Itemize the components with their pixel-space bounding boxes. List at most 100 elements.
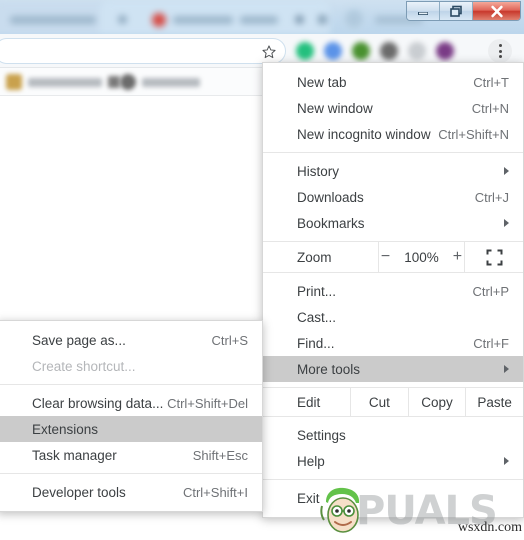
dot-2 [498, 49, 502, 53]
fullscreen-icon [486, 249, 502, 265]
menu-item-shortcut: Ctrl+Shift+I [182, 484, 248, 500]
chevron-right-icon [504, 167, 509, 175]
address-bar[interactable] [0, 38, 286, 64]
new-tab-icon[interactable] [318, 15, 327, 24]
menu-item-label: Exit [297, 490, 320, 506]
menu-item-shortcut: Ctrl+P [472, 283, 509, 299]
active-tab-close-icon[interactable] [295, 15, 304, 24]
restore-button[interactable] [440, 2, 473, 20]
active-tab-title-text [173, 16, 233, 24]
menu-item-bookmarks[interactable]: Bookmarks [263, 210, 523, 236]
bookmark-favicon [6, 74, 22, 90]
fullscreen-button[interactable] [465, 242, 523, 272]
zoom-percent-value: 100% [404, 249, 439, 265]
submenu-item-clear-browsing-data[interactable]: Clear browsing data... Ctrl+Shift+Del [0, 390, 262, 416]
menu-item-shortcut: Ctrl+Shift+Del [167, 395, 248, 411]
menu-item-label: Cast... [297, 309, 337, 325]
close-icon [490, 5, 503, 17]
paste-button[interactable]: Paste [466, 388, 523, 416]
edit-label: Edit [263, 388, 351, 416]
menu-item-downloads[interactable]: Downloads Ctrl+J [263, 184, 523, 210]
menu-item-shortcut: Ctrl+T [473, 74, 509, 90]
bookmark-favicon [120, 74, 136, 90]
more-tools-submenu: Save page as... Ctrl+S Create shortcut..… [0, 320, 263, 512]
menu-item-new-tab[interactable]: New tab Ctrl+T [263, 69, 523, 95]
extension-icon-3[interactable] [352, 42, 370, 60]
menu-edit-row: Edit Cut Copy Paste [263, 387, 523, 417]
menu-separator [263, 479, 523, 480]
browser-window: New tab Ctrl+T New window Ctrl+N New inc… [0, 0, 524, 540]
menu-item-label: More tools [297, 361, 361, 377]
tab-strip [0, 0, 524, 34]
cut-button[interactable]: Cut [351, 388, 409, 416]
submenu-item-task-manager[interactable]: Task manager Shift+Esc [0, 442, 262, 468]
menu-item-exit[interactable]: Exit [263, 485, 523, 511]
extension-icon-1[interactable] [296, 42, 314, 60]
active-tab-title-text-cont [240, 16, 278, 24]
menu-item-label: Extensions [32, 421, 99, 437]
menu-item-shortcut: Ctrl+N [471, 100, 509, 116]
chevron-right-icon [504, 219, 509, 227]
zoom-out-button[interactable]: − [381, 249, 390, 265]
minimize-icon [418, 12, 428, 15]
submenu-item-save-page-as[interactable]: Save page as... Ctrl+S [0, 327, 262, 353]
menu-item-shortcut: Ctrl+F [473, 335, 509, 351]
menu-item-label: Settings [297, 427, 346, 443]
minimize-button[interactable] [407, 2, 440, 20]
zoom-controls: − 100% + [379, 242, 465, 272]
menu-item-cast[interactable]: Cast... [263, 304, 523, 330]
bookmark-item[interactable] [6, 74, 120, 90]
copy-button[interactable]: Copy [409, 388, 467, 416]
bookmark-star-icon[interactable] [261, 44, 277, 60]
restore-icon [450, 5, 462, 17]
menu-item-label: Task manager [32, 447, 117, 463]
bookmark-label [28, 77, 102, 87]
menu-item-shortcut: Ctrl+Shift+N [438, 126, 509, 142]
menu-item-label: History [297, 163, 340, 179]
menu-item-new-window[interactable]: New window Ctrl+N [263, 95, 523, 121]
extension-icon-2[interactable] [324, 42, 342, 60]
chrome-main-menu: New tab Ctrl+T New window Ctrl+N New inc… [262, 62, 524, 518]
extension-icon-4[interactable] [380, 42, 398, 60]
menu-item-label: Bookmarks [297, 215, 365, 231]
menu-item-shortcut: Ctrl+S [211, 332, 248, 348]
menu-item-label: New incognito window [297, 126, 431, 142]
bookmark-item[interactable] [120, 74, 200, 90]
dot-3 [498, 55, 502, 58]
menu-item-label: New window [297, 100, 373, 116]
extension-icons [296, 42, 454, 60]
menu-item-label: New tab [297, 74, 347, 90]
menu-item-print[interactable]: Print... Ctrl+P [263, 278, 523, 304]
window-controls [406, 1, 521, 21]
zoom-label: Zoom [263, 242, 379, 272]
zoom-in-button[interactable]: + [453, 249, 462, 265]
profile-avatar[interactable] [343, 8, 365, 30]
menu-item-find[interactable]: Find... Ctrl+F [263, 330, 523, 356]
menu-item-shortcut: Shift+Esc [192, 447, 248, 463]
menu-item-label: Help [297, 453, 325, 469]
menu-item-label: Clear browsing data... [32, 395, 164, 411]
menu-separator [0, 384, 262, 385]
menu-item-label: Find... [297, 335, 335, 351]
extension-icon-6[interactable] [436, 42, 454, 60]
submenu-item-extensions[interactable]: Extensions [0, 416, 262, 442]
menu-item-shortcut: Ctrl+J [474, 189, 509, 205]
bookmark-icon-glyph [108, 76, 120, 88]
submenu-item-developer-tools[interactable]: Developer tools Ctrl+Shift+I [0, 479, 262, 505]
tab-close-icon[interactable] [118, 15, 127, 24]
menu-separator [0, 473, 262, 474]
tab-title-text [10, 16, 96, 24]
dot-1 [498, 44, 502, 47]
menu-item-history[interactable]: History [263, 158, 523, 184]
extension-icon-5[interactable] [408, 42, 426, 60]
menu-item-help[interactable]: Help [263, 448, 523, 474]
menu-item-label: Downloads [297, 189, 364, 205]
menu-item-settings[interactable]: Settings [263, 422, 523, 448]
three-dot-menu-button[interactable] [488, 39, 512, 63]
menu-item-more-tools[interactable]: More tools [263, 356, 523, 382]
menu-item-label: Save page as... [32, 332, 126, 348]
menu-item-new-incognito-window[interactable]: New incognito window Ctrl+Shift+N [263, 121, 523, 147]
chevron-right-icon [504, 457, 509, 465]
close-button[interactable] [473, 2, 520, 20]
submenu-item-create-shortcut: Create shortcut... [0, 353, 262, 379]
